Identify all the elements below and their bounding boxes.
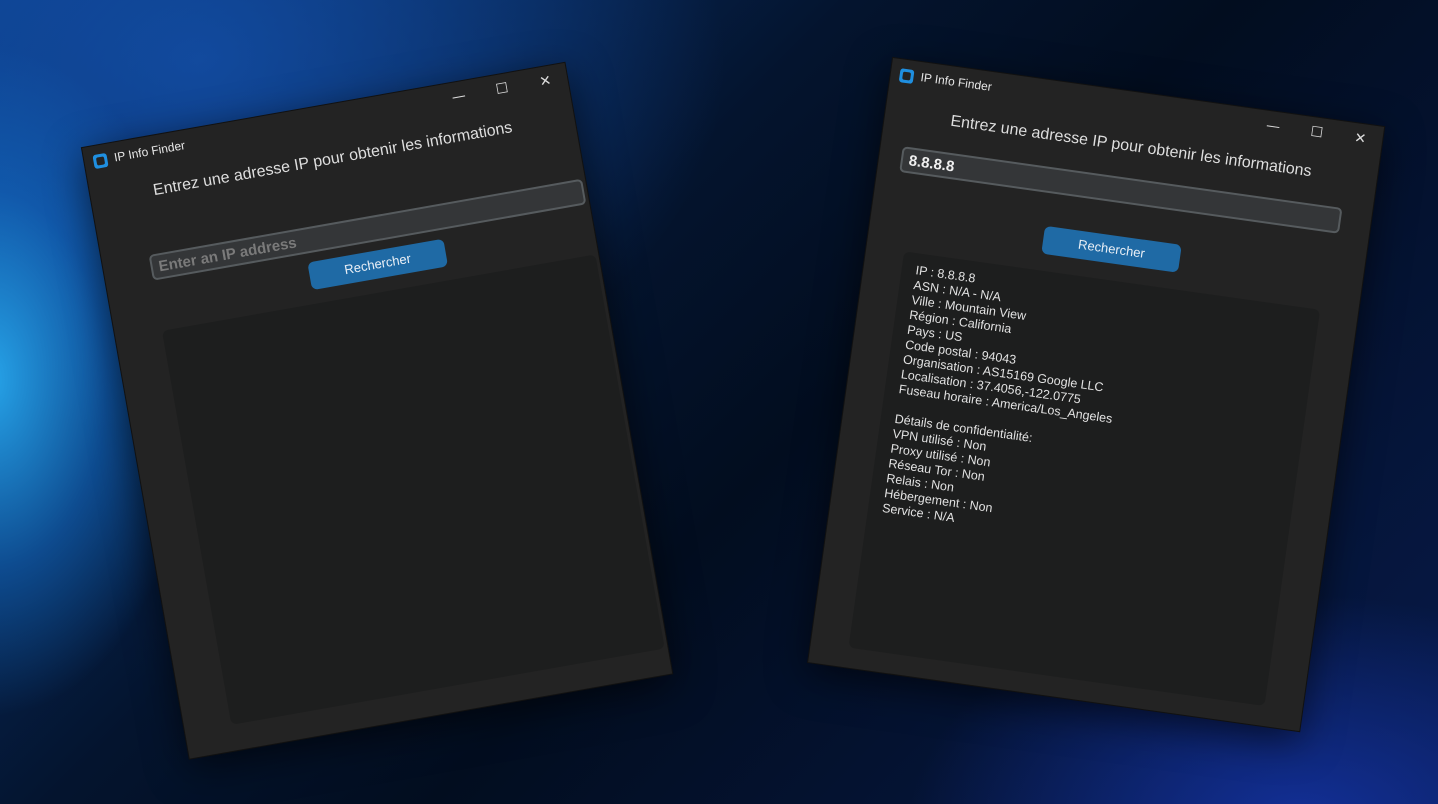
close-icon[interactable]: ✕ bbox=[521, 63, 570, 100]
app-logo-icon bbox=[898, 68, 915, 84]
maximize-icon[interactable]: ☐ bbox=[1293, 115, 1341, 151]
results-panel bbox=[161, 254, 665, 725]
results-panel: IP : 8.8.8.8 ASN : N/A - N/A Ville : Mou… bbox=[848, 251, 1321, 706]
window-title: IP Info Finder bbox=[919, 70, 993, 94]
maximize-icon[interactable]: ☐ bbox=[478, 71, 527, 108]
app-window-results: IP Info Finder — ☐ ✕ Entrez une adresse … bbox=[808, 58, 1385, 732]
search-button[interactable]: Rechercher bbox=[1041, 225, 1182, 273]
app-logo-icon bbox=[92, 152, 109, 170]
minimize-icon[interactable]: — bbox=[1249, 109, 1297, 145]
window-title: IP Info Finder bbox=[112, 138, 187, 165]
close-icon[interactable]: ✕ bbox=[1336, 121, 1384, 157]
minimize-icon[interactable]: — bbox=[435, 78, 484, 115]
app-window-empty: IP Info Finder — ☐ ✕ Entrez une adresse … bbox=[82, 62, 673, 759]
